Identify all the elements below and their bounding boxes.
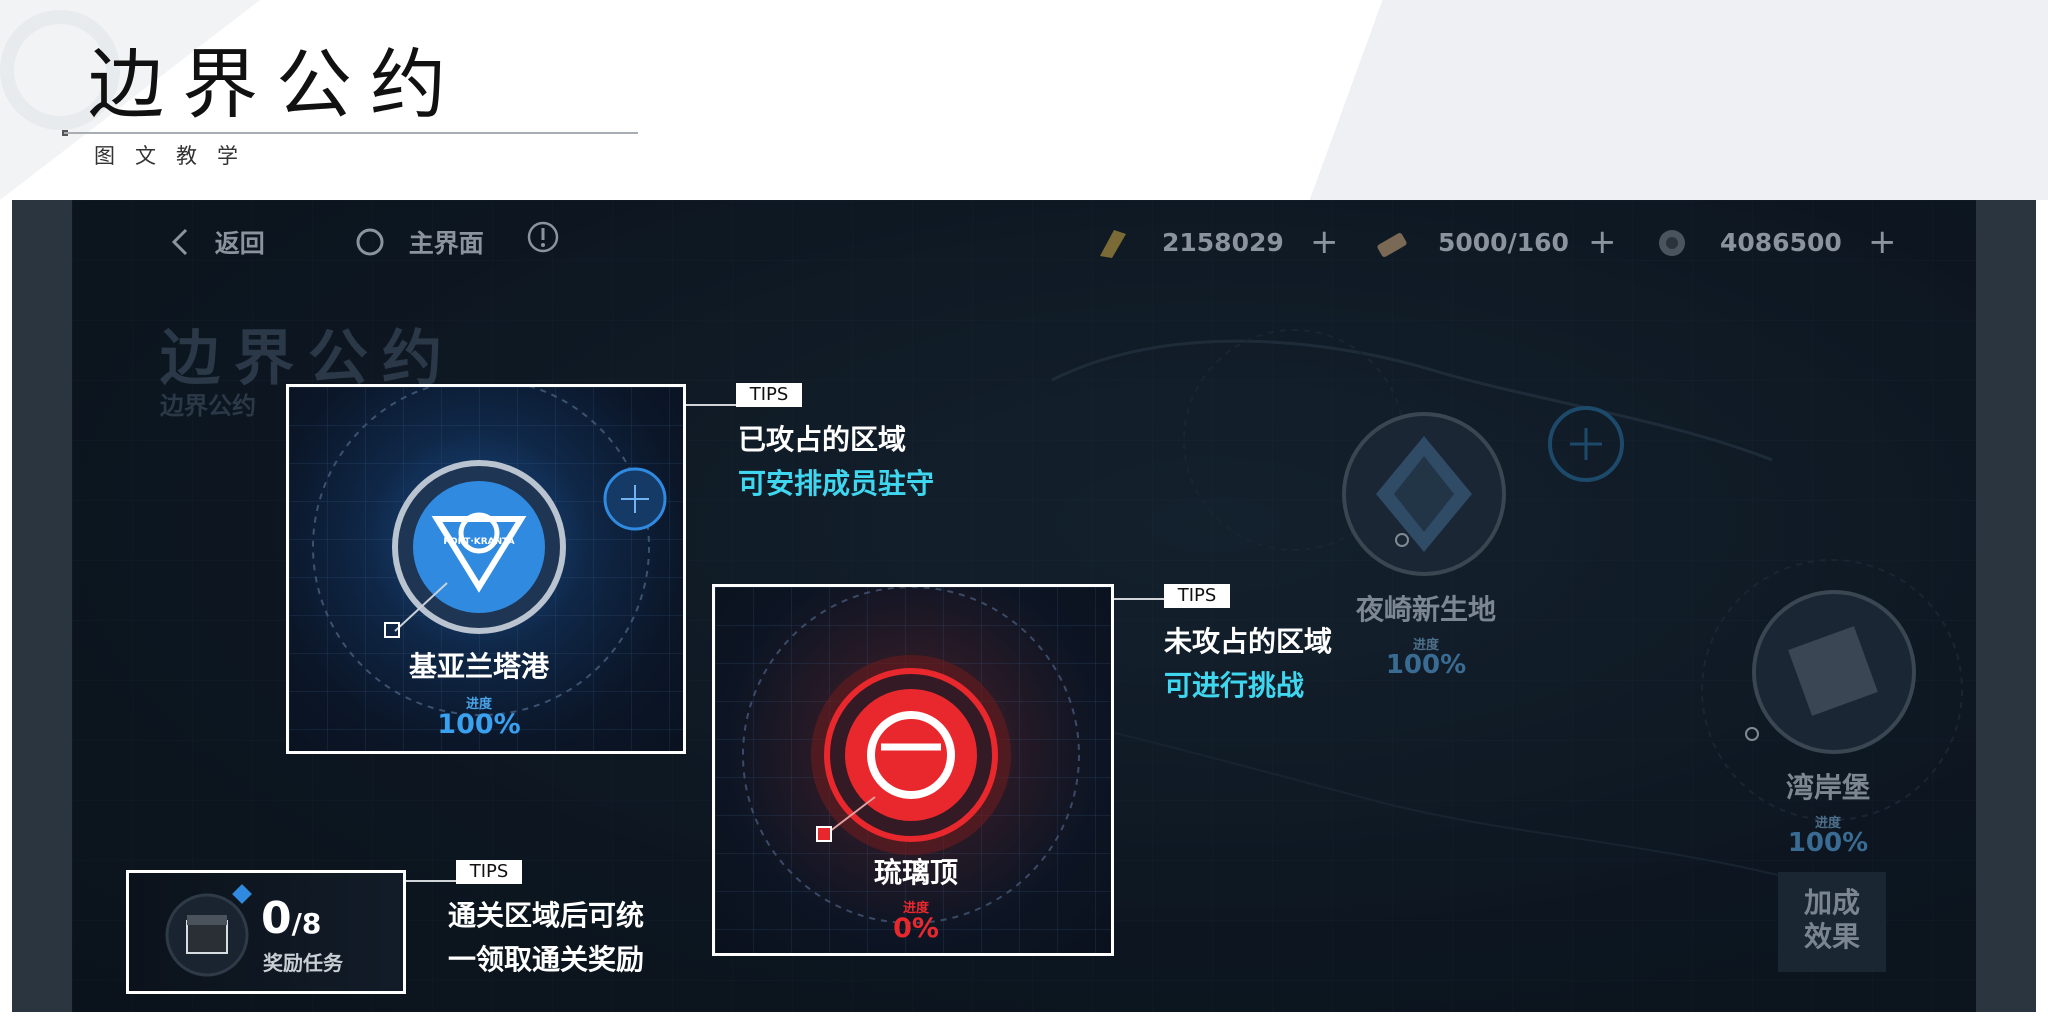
reward-label: 奖励任务 bbox=[263, 951, 343, 975]
node-yeqi[interactable]: 夜崎新生地 进度 100% bbox=[1336, 410, 1516, 690]
tip3-line1: 通关区域后可统 bbox=[448, 899, 645, 932]
kranta-name: 基亚兰塔港 bbox=[408, 650, 549, 683]
yeqi-progress: 100% bbox=[1385, 650, 1467, 680]
zoom-callout-captured: PORT·KRANTA 基亚兰塔港 进度 100% bbox=[286, 384, 686, 754]
boost-label-line2: 效果 bbox=[1803, 920, 1860, 953]
resource1-icon bbox=[1100, 230, 1126, 258]
page-header: 边界公约 图文教学 bbox=[0, 0, 2048, 200]
zoom-callout-uncaptured: 琉璃顶 进度 0% bbox=[712, 584, 1114, 956]
title-underline bbox=[64, 132, 638, 134]
wanan-name: 湾岸堡 bbox=[1785, 771, 1870, 804]
tip3-line2: 一领取通关奖励 bbox=[448, 943, 645, 976]
kranta-emblem-text: PORT·KRANTA bbox=[443, 537, 515, 547]
tip1-line1: 已攻占的区域 bbox=[738, 423, 907, 456]
tip1-tag: TIPS bbox=[736, 383, 802, 407]
resource2-value: 5000/160 bbox=[1438, 228, 1569, 257]
game-topbar: 返回 主界面 2158029 + 5000/160 + 4086500 + bbox=[72, 218, 1976, 268]
tip2-line2: 可进行挑战 bbox=[1164, 669, 1305, 702]
page-subtitle: 图文教学 bbox=[94, 144, 258, 168]
tip3-connector bbox=[406, 880, 456, 882]
zoom-callout-reward: 0/8 奖励任务 bbox=[126, 870, 406, 994]
liuli-progress: 0% bbox=[893, 913, 939, 944]
resource3-add-button[interactable]: + bbox=[1868, 222, 1897, 262]
tip1-line2: 可安排成员驻守 bbox=[738, 467, 935, 500]
resource2-add-button[interactable]: + bbox=[1588, 222, 1617, 262]
home-label: 主界面 bbox=[408, 229, 484, 258]
boost-label-line1: 加成 bbox=[1803, 886, 1860, 919]
game-subtitle: 边界公约 bbox=[160, 392, 256, 420]
tip2-connector bbox=[1114, 598, 1164, 600]
home-button[interactable]: 主界面 bbox=[354, 224, 484, 260]
resource3-value: 4086500 bbox=[1720, 228, 1842, 257]
back-button[interactable]: 返回 bbox=[168, 224, 265, 260]
home-circle-icon bbox=[356, 228, 384, 256]
reward-count-total: /8 bbox=[291, 907, 322, 940]
node-wanan[interactable]: 湾岸堡 进度 100% bbox=[1738, 590, 1918, 870]
wanan-progress: 100% bbox=[1787, 828, 1869, 858]
info-button[interactable] bbox=[526, 220, 560, 260]
yeqi-name: 夜崎新生地 bbox=[1355, 593, 1496, 626]
resource3-icon bbox=[1659, 230, 1685, 256]
map-add-node-icon[interactable] bbox=[1542, 400, 1632, 490]
resource1-value: 2158029 bbox=[1162, 228, 1284, 257]
kranta-progress: 100% bbox=[437, 709, 521, 740]
reward-count-current: 0 bbox=[261, 893, 292, 944]
resource1-add-button[interactable]: + bbox=[1310, 222, 1339, 262]
reward-count: 0/8 bbox=[261, 893, 321, 944]
tip2-tag: TIPS bbox=[1164, 584, 1230, 608]
resource2-icon bbox=[1377, 233, 1407, 257]
yeqi-emblem-icon bbox=[1342, 412, 1506, 576]
tip3-tag: TIPS bbox=[456, 860, 522, 884]
boost-effect-button[interactable]: 加成 效果 bbox=[1778, 872, 1886, 972]
tip1-connector bbox=[686, 404, 736, 406]
chevron-left-icon bbox=[171, 228, 188, 256]
back-label: 返回 bbox=[214, 229, 265, 258]
tip2-line1: 未攻占的区域 bbox=[1164, 625, 1333, 658]
wanan-emblem-icon bbox=[1745, 590, 1916, 754]
info-icon bbox=[527, 221, 559, 253]
page-title: 边界公约 bbox=[88, 40, 464, 129]
liuli-name: 琉璃顶 bbox=[873, 856, 958, 889]
